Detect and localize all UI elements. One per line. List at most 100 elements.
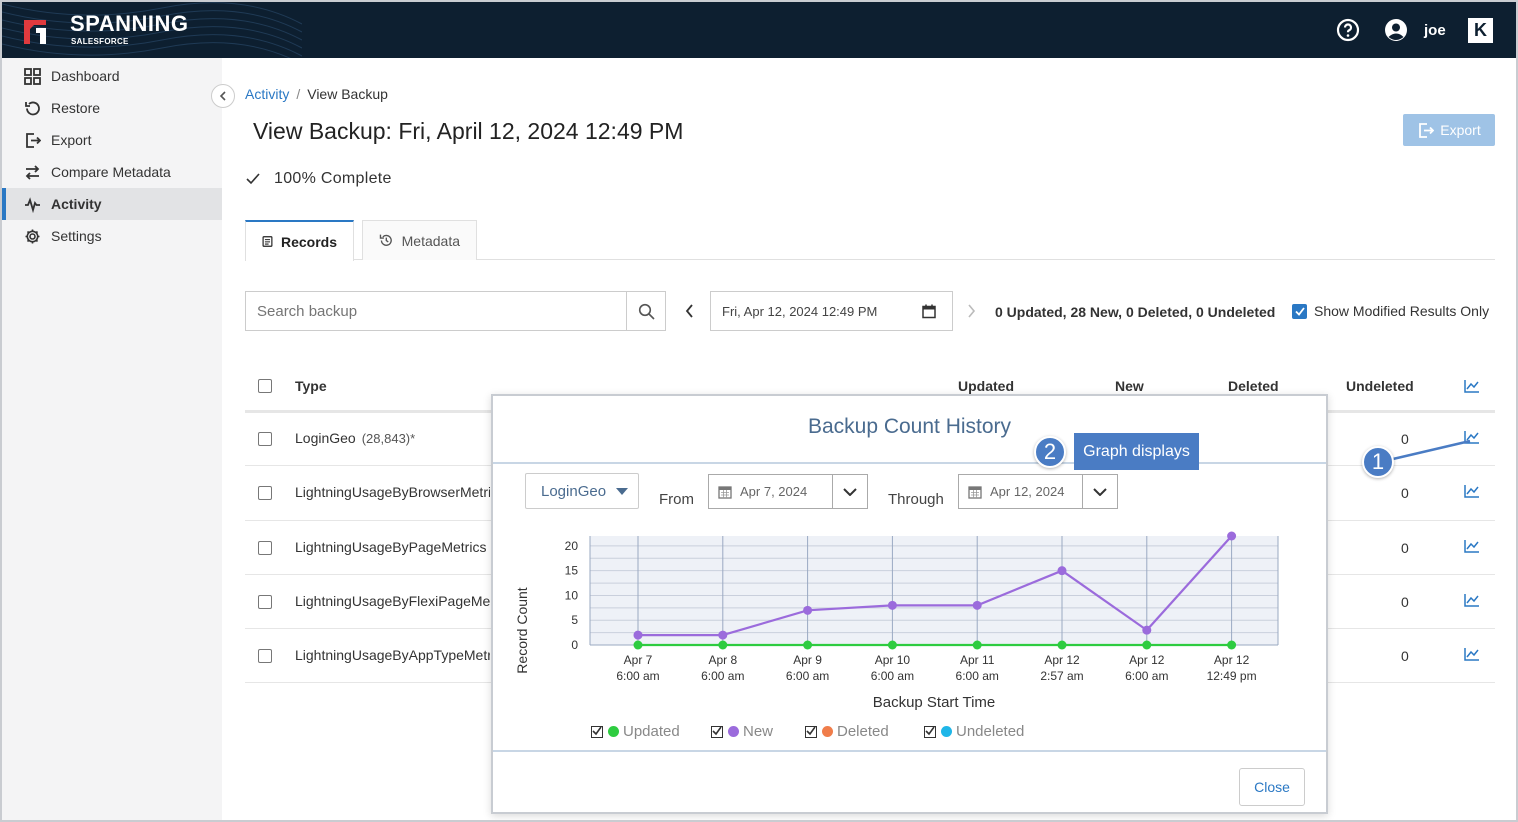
search-input[interactable] [245, 291, 627, 331]
y-tick-label: 15 [565, 564, 579, 578]
sidebar-item-dashboard[interactable]: Dashboard [2, 60, 222, 92]
x-tick-label: Apr 11 [960, 653, 995, 667]
page-title: View Backup: Fri, April 12, 2024 12:49 P… [253, 118, 684, 144]
help-icon[interactable] [1336, 18, 1360, 42]
sidebar-item-restore[interactable]: Restore [2, 92, 222, 124]
search-button[interactable] [626, 291, 666, 331]
column-header-deleted[interactable]: Deleted [1228, 378, 1279, 394]
row-checkbox[interactable] [258, 595, 272, 609]
search-icon [638, 303, 655, 320]
kaseya-badge[interactable]: K [1468, 18, 1493, 43]
x-tick-label: 6:00 am [956, 669, 999, 683]
checkmark-icon [925, 726, 935, 735]
sidebar-collapse-button[interactable] [211, 84, 235, 108]
row-undeleted: 0 [1401, 485, 1409, 501]
row-checkbox[interactable] [258, 649, 272, 663]
show-modified-checkbox[interactable] [1292, 304, 1307, 319]
row-count: (28,843)* [361, 431, 416, 446]
restore-icon [25, 101, 40, 115]
records-icon [262, 236, 273, 247]
x-tick-label: Apr 9 [793, 653, 822, 667]
y-tick-label: 20 [565, 539, 579, 553]
chart-line-icon[interactable] [1464, 430, 1480, 444]
top-bar: SPANNING SALESFORCE joe K [2, 2, 1516, 58]
through-date-value: Apr 12, 2024 [990, 484, 1065, 499]
row-undeleted: 0 [1401, 431, 1409, 447]
previous-backup-arrow-icon[interactable] [684, 302, 696, 320]
column-header-type[interactable]: Type [295, 378, 327, 394]
row-checkbox[interactable] [258, 486, 272, 500]
legend-checkbox[interactable] [805, 725, 817, 738]
row-type[interactable]: LightningUsageByAppTypeMetrics [295, 647, 490, 663]
row-checkbox[interactable] [258, 541, 272, 555]
x-tick-label: Apr 10 [875, 653, 911, 667]
legend-item-undeleted[interactable]: Undeleted [924, 723, 1024, 740]
calendar-icon [718, 485, 732, 499]
brand-subtitle: SALESFORCE [71, 37, 129, 46]
through-date-dropdown[interactable] [1082, 475, 1117, 508]
from-date-dropdown[interactable] [832, 475, 867, 508]
user-avatar-icon[interactable] [1384, 18, 1408, 42]
row-type[interactable]: LightningUsageByPageMetrics [295, 539, 490, 555]
sidebar-item-settings[interactable]: Settings [2, 220, 222, 252]
column-header-updated[interactable]: Updated [958, 378, 1014, 394]
data-point-new [1057, 566, 1067, 576]
legend-dot [941, 726, 952, 737]
breadcrumb-current: View Backup [307, 86, 388, 102]
x-tick-label: 6:00 am [616, 669, 659, 683]
chart-line-icon[interactable] [1464, 379, 1480, 393]
chart-line-icon[interactable] [1464, 647, 1480, 661]
calendar-icon [968, 485, 982, 499]
next-backup-arrow-icon[interactable] [965, 302, 977, 320]
y-tick-label: 0 [571, 638, 578, 652]
tab-records[interactable]: Records [245, 220, 354, 261]
column-header-new[interactable]: New [1115, 378, 1144, 394]
breadcrumb-link-activity[interactable]: Activity [245, 86, 289, 102]
sidebar-item-compare-metadata[interactable]: Compare Metadata [2, 156, 222, 188]
from-date-picker[interactable]: Apr 7, 2024 [708, 474, 868, 509]
x-tick-label: 12:49 pm [1207, 669, 1257, 683]
export-icon [1419, 122, 1435, 138]
data-point-new [1227, 531, 1237, 541]
legend-item-deleted[interactable]: Deleted [805, 723, 889, 740]
backup-date-picker[interactable]: Fri, Apr 12, 2024 12:49 PM [710, 291, 953, 331]
chart-line-icon[interactable] [1464, 484, 1480, 498]
y-tick-label: 10 [565, 588, 579, 602]
x-tick-label: Apr 12 [1129, 653, 1165, 667]
chart-line-icon[interactable] [1464, 539, 1480, 553]
through-date-picker[interactable]: Apr 12, 2024 [958, 474, 1118, 509]
legend-item-new[interactable]: New [711, 723, 773, 740]
x-tick-label: 6:00 am [871, 669, 914, 683]
row-type-cell[interactable]: LoginGeo (28,843)* [295, 430, 490, 446]
x-tick-label: Apr 7 [624, 653, 653, 667]
status-text: 100% Complete [274, 170, 392, 187]
change-summary: 0 Updated, 28 New, 0 Deleted, 0 Undelete… [995, 304, 1276, 320]
select-all-checkbox[interactable] [258, 379, 272, 393]
chart-line-icon[interactable] [1464, 593, 1480, 607]
object-type-select[interactable]: LoginGeo [525, 473, 639, 509]
row-type[interactable]: LightningUsageByBrowserMetrics [295, 484, 490, 500]
chevron-down-icon [843, 487, 857, 496]
tab-metadata[interactable]: Metadata [362, 220, 477, 260]
row-checkbox[interactable] [258, 432, 272, 446]
checkmark-icon [712, 726, 722, 735]
backup-date-value: Fri, Apr 12, 2024 12:49 PM [722, 303, 878, 319]
legend-checkbox[interactable] [924, 725, 936, 738]
legend-item-updated[interactable]: Updated [591, 723, 680, 740]
user-name[interactable]: joe [1424, 22, 1446, 39]
backup-status: 100% Complete [246, 170, 392, 188]
sidebar-item-export[interactable]: Export [2, 124, 222, 156]
row-type[interactable]: LightningUsageByFlexiPageMetrics [295, 593, 490, 609]
column-header-undeleted[interactable]: Undeleted [1346, 378, 1414, 394]
sidebar-item-activity[interactable]: Activity [2, 188, 222, 220]
legend-dot [822, 726, 833, 737]
legend-checkbox[interactable] [591, 725, 603, 738]
from-date-value: Apr 7, 2024 [740, 484, 808, 499]
legend-label: New [743, 723, 774, 740]
show-modified-label[interactable]: Show Modified Results Only [1314, 303, 1489, 319]
sidebar-item-label: Compare Metadata [51, 164, 171, 180]
legend-label: Undeleted [956, 723, 1025, 740]
close-button[interactable]: Close [1239, 768, 1305, 806]
export-button[interactable]: Export [1403, 114, 1495, 146]
legend-checkbox[interactable] [711, 725, 723, 738]
